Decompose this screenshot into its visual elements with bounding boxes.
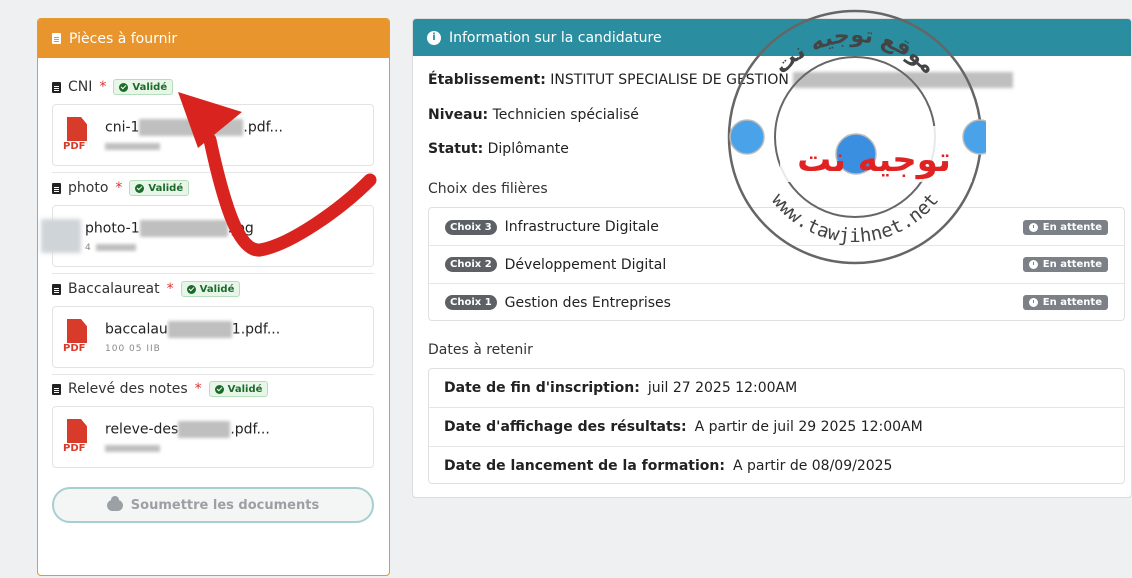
document-icon bbox=[52, 383, 61, 395]
list-item: Date de fin d'inscription: juil 27 2025 … bbox=[444, 380, 798, 396]
pieces-panel: Pièces à fournir CNI * Validé PDF cni-1.… bbox=[37, 18, 390, 576]
candidature-panel-title: Information sur la candidature bbox=[449, 29, 662, 46]
choices-list: Choix 3 Infrastructure Digitale En atten… bbox=[428, 207, 1125, 321]
list-item: Choix 1 Gestion des Entreprises En atten… bbox=[429, 283, 1124, 321]
clock-icon bbox=[1028, 222, 1038, 232]
file-card[interactable]: photo-1 .jpg 4 bbox=[41, 205, 374, 267]
pdf-file-icon: PDF bbox=[63, 319, 93, 355]
status-badge-valide: Validé bbox=[113, 79, 174, 95]
file-name[interactable]: releve-des .pdf... bbox=[105, 420, 270, 438]
status-badge-valide: Validé bbox=[129, 180, 190, 196]
check-circle-icon bbox=[135, 183, 145, 193]
piece-photo: photo * Validé photo-1 .jpg 4 bbox=[41, 178, 374, 267]
list-item: Choix 2 Développement Digital En attente bbox=[429, 245, 1124, 283]
check-circle-icon bbox=[119, 82, 129, 92]
choice-rank-badge: Choix 3 bbox=[445, 219, 497, 235]
file-card[interactable]: PDF baccalau 1.pdf... 100 05 IIB bbox=[52, 306, 374, 368]
dates-title: Dates à retenir bbox=[428, 342, 533, 358]
choice-rank-badge: Choix 1 bbox=[445, 295, 497, 310]
document-icon bbox=[52, 182, 61, 194]
status-badge-attente: En attente bbox=[1022, 257, 1108, 272]
piece-releve-notes: Relevé des notes * Validé PDF releve-des… bbox=[52, 379, 374, 468]
piece-name: photo bbox=[68, 180, 109, 196]
etablissement-line: Établissement: INSTITUT SPECIALISE DE GE… bbox=[428, 72, 1014, 88]
divider bbox=[52, 273, 374, 274]
pieces-panel-header: Pièces à fournir bbox=[38, 19, 389, 58]
check-circle-icon bbox=[214, 384, 224, 394]
divider bbox=[52, 172, 374, 173]
status-badge-valide: Validé bbox=[180, 281, 241, 297]
info-icon: i bbox=[427, 30, 441, 45]
required-mark: * bbox=[99, 79, 107, 95]
list-item: Date de lancement de la formation: A par… bbox=[429, 446, 1124, 484]
file-name[interactable]: photo-1 .jpg bbox=[85, 219, 254, 237]
choice-name: Infrastructure Digitale bbox=[504, 219, 659, 235]
document-icon bbox=[52, 283, 61, 295]
clock-icon bbox=[1028, 298, 1038, 307]
candidature-panel: i Information sur la candidature Établis… bbox=[412, 18, 1132, 498]
status-badge-attente: En attente bbox=[1022, 219, 1108, 235]
file-card[interactable]: PDF cni-1 .pdf... bbox=[52, 104, 374, 166]
required-mark: * bbox=[194, 381, 202, 397]
statut-line: Statut: Diplômante bbox=[428, 141, 569, 157]
cloud-upload-icon bbox=[106, 495, 123, 511]
candidature-panel-header: i Information sur la candidature bbox=[413, 19, 1131, 56]
required-mark: * bbox=[166, 281, 174, 297]
required-mark: * bbox=[115, 180, 123, 196]
piece-cni: CNI * Validé PDF cni-1 .pdf... bbox=[52, 77, 374, 166]
file-size: 100 05 IIB bbox=[105, 343, 161, 354]
clock-icon bbox=[1028, 260, 1038, 269]
pdf-file-icon: PDF bbox=[63, 419, 93, 455]
pdf-file-icon: PDF bbox=[63, 117, 93, 153]
piece-name: Relevé des notes bbox=[68, 381, 188, 397]
list-item: Choix 3 Infrastructure Digitale En atten… bbox=[429, 208, 1124, 246]
piece-name: CNI bbox=[68, 79, 93, 95]
file-size bbox=[105, 444, 270, 454]
document-icon bbox=[52, 33, 61, 44]
file-name[interactable]: cni-1 .pdf... bbox=[105, 118, 283, 136]
file-size bbox=[105, 142, 283, 152]
status-badge-valide: Validé bbox=[208, 381, 269, 397]
dates-list: Date de fin d'inscription: juil 27 2025 … bbox=[428, 368, 1125, 484]
pieces-panel-title: Pièces à fournir bbox=[69, 30, 178, 47]
file-card[interactable]: PDF releve-des .pdf... bbox=[52, 406, 374, 468]
choice-rank-badge: Choix 2 bbox=[445, 257, 497, 272]
file-size: 4 bbox=[85, 243, 254, 253]
submit-documents-button[interactable]: Soumettre les documents bbox=[52, 487, 374, 523]
image-file-icon bbox=[41, 219, 81, 253]
choice-name: Développement Digital bbox=[504, 256, 667, 273]
status-badge-attente: En attente bbox=[1022, 295, 1108, 310]
document-icon bbox=[52, 81, 61, 93]
choice-name: Gestion des Entreprises bbox=[504, 294, 671, 311]
piece-baccalaureat: Baccalaureat * Validé PDF baccalau 1.pdf.… bbox=[52, 279, 374, 368]
piece-name: Baccalaureat bbox=[68, 281, 160, 297]
list-item: Date d'affichage des résultats: A partir… bbox=[429, 407, 1124, 445]
niveau-line: Niveau: Technicien spécialisé bbox=[428, 107, 639, 123]
check-circle-icon bbox=[186, 284, 196, 294]
choix-filieres-title: Choix des filières bbox=[428, 181, 548, 197]
divider bbox=[52, 374, 374, 375]
file-name[interactable]: baccalau 1.pdf... bbox=[105, 320, 280, 338]
